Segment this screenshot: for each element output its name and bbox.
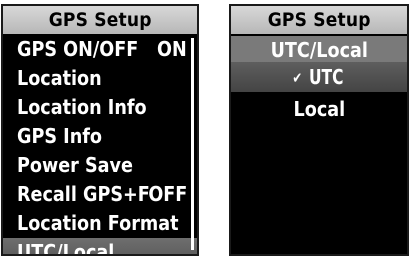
menu-item-utc-local[interactable]: UTC/Local bbox=[3, 238, 197, 256]
menu-item-value: ON bbox=[157, 37, 187, 61]
menu-item-label: Location Info bbox=[17, 95, 147, 119]
menu-item-label: GPS ON/OFF bbox=[17, 37, 139, 61]
menu-item-location-info[interactable]: Location Info bbox=[3, 93, 197, 122]
option-local[interactable]: Local bbox=[231, 94, 407, 124]
utc-local-submenu-screen: GPS Setup UTC/Local ✔ UTC Local bbox=[229, 4, 409, 256]
menu-item-gps-info[interactable]: GPS Info bbox=[3, 122, 197, 151]
gps-setup-menu-screen: GPS Setup GPS ON/OFF ON Location Locatio… bbox=[1, 4, 199, 256]
menu-item-recall-gps-f[interactable]: Recall GPS+F OFF bbox=[3, 180, 197, 209]
option-label: UTC bbox=[309, 65, 344, 89]
menu-item-label: Recall GPS+F bbox=[17, 182, 150, 206]
menu-item-label: UTC/Local bbox=[17, 240, 115, 256]
submenu-title: UTC/Local bbox=[231, 36, 407, 64]
menu-list: GPS ON/OFF ON Location Location Info GPS… bbox=[3, 35, 197, 256]
menu-item-label: Power Save bbox=[17, 153, 133, 177]
menu-item-location[interactable]: Location bbox=[3, 64, 197, 93]
menu-item-gps-on-off[interactable]: GPS ON/OFF ON bbox=[3, 35, 197, 64]
checkmark-icon: ✔ bbox=[292, 69, 303, 87]
option-utc[interactable]: ✔ UTC bbox=[231, 62, 407, 92]
menu-item-label: Location Format bbox=[17, 211, 179, 235]
option-label: Local bbox=[293, 97, 345, 121]
menu-item-label: GPS Info bbox=[17, 124, 102, 148]
screen-title: GPS Setup bbox=[3, 6, 197, 34]
menu-item-location-format[interactable]: Location Format bbox=[3, 209, 197, 238]
screen-title: GPS Setup bbox=[231, 6, 407, 34]
menu-item-label: Location bbox=[17, 66, 102, 90]
scrollbar[interactable] bbox=[191, 38, 194, 250]
menu-item-value: OFF bbox=[147, 182, 187, 206]
menu-item-power-save[interactable]: Power Save bbox=[3, 151, 197, 180]
